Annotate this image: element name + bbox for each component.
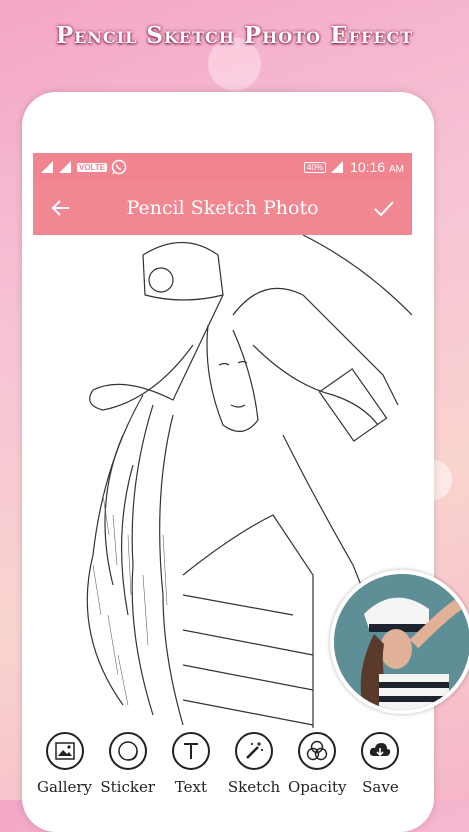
- battery-indicator: 40%: [304, 161, 327, 173]
- download-icon: [361, 732, 400, 770]
- clock-time: 10:16: [350, 159, 386, 175]
- tool-sketch[interactable]: Sketch: [223, 728, 286, 800]
- tool-text[interactable]: Text: [159, 728, 222, 800]
- status-bar: VOLTE 40% 10:16 AM: [33, 153, 412, 181]
- tool-label: Sketch: [227, 778, 281, 796]
- clock: 10:16 AM: [350, 159, 404, 175]
- original-photo-thumbnail[interactable]: [330, 570, 469, 714]
- sticker-icon: [108, 732, 147, 770]
- app-toolbar: Pencil Sketch Photo: [33, 181, 412, 235]
- tool-gallery[interactable]: Gallery: [33, 728, 96, 800]
- tool-save[interactable]: Save: [349, 728, 412, 800]
- original-photo-image: [334, 574, 469, 710]
- whatsapp-icon: [111, 159, 127, 175]
- confirm-button[interactable]: [366, 190, 402, 226]
- check-icon: [374, 201, 394, 217]
- tool-label: Gallery: [36, 778, 93, 796]
- bottom-tools-bar: Gallery Sticker Text Sketch Opacity Save: [33, 728, 412, 800]
- signal-icon: [41, 161, 53, 173]
- toolbar-title: Pencil Sketch Photo: [126, 197, 319, 219]
- gallery-icon: [45, 732, 84, 770]
- tool-label: Sticker: [100, 778, 155, 796]
- tool-label: Text: [174, 778, 207, 796]
- tool-opacity[interactable]: Opacity: [286, 728, 349, 800]
- tool-sticker[interactable]: Sticker: [96, 728, 159, 800]
- arrow-left-icon: [51, 200, 69, 216]
- volte-badge: VOLTE: [77, 162, 108, 172]
- opacity-icon: [298, 732, 337, 770]
- signal-icon-2: [59, 161, 71, 173]
- back-button[interactable]: [43, 190, 79, 226]
- text-icon: [171, 732, 210, 770]
- signal-strength-icon: [331, 161, 344, 173]
- app-headline: Pencil Sketch Photo Effect: [55, 22, 414, 49]
- magic-wand-icon: [235, 732, 274, 770]
- tool-label: Save: [362, 778, 399, 796]
- clock-ampm: AM: [389, 164, 404, 175]
- tool-label: Opacity: [287, 778, 347, 796]
- phone-screen: VOLTE 40% 10:16 AM Pencil Sketch Photo: [33, 153, 412, 800]
